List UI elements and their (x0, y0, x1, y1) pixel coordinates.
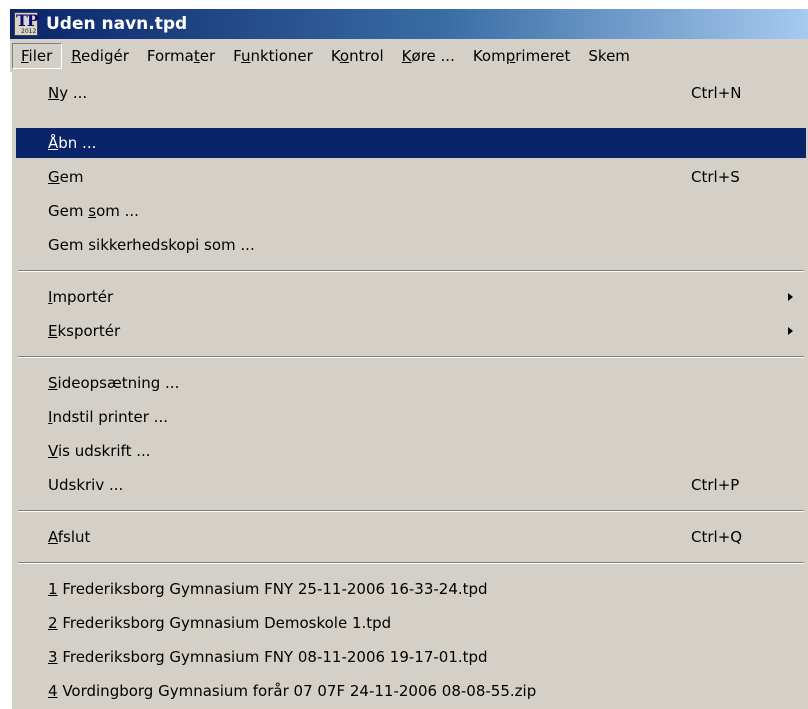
menu-item-vis-udskrift[interactable]: Vis udskrift ... (16, 436, 806, 466)
menu-item-udskriv[interactable]: Udskriv ... Ctrl+P (16, 470, 806, 500)
menu-item-label: 4 Vordingborg Gymnasium forår 07 07F 24-… (48, 682, 537, 700)
menu-item-label: Sideopsætning ... (48, 374, 180, 392)
menu-item-label: Indstil printer ... (48, 408, 168, 426)
triangle-right-icon (788, 327, 793, 335)
file-menu-dropdown: Ny ... Ctrl+N Åbn ... Gem Ctrl+S Gem som… (10, 72, 808, 709)
recent-file-1[interactable]: 1 Frederiksborg Gymnasium FNY 25-11-2006… (16, 574, 806, 604)
menu-rediger[interactable]: Redigér (62, 43, 138, 69)
menu-item-indstil-printer[interactable]: Indstil printer ... (16, 402, 806, 432)
menu-item-afslut[interactable]: Afslut Ctrl+Q (16, 522, 806, 552)
menu-item-label: Vis udskrift ... (48, 442, 151, 460)
menu-komprimeret[interactable]: Komprimeret (464, 43, 580, 69)
menu-kontrol[interactable]: Kontrol (322, 43, 393, 69)
menu-item-label: Gem (48, 168, 84, 186)
menu-bar: Filer Redigér Formater Funktioner Kontro… (10, 39, 808, 72)
menu-filer[interactable]: Filer (12, 42, 63, 69)
menu-item-gem[interactable]: Gem Ctrl+S (16, 162, 806, 192)
menu-separator (18, 510, 804, 512)
menu-item-label: Gem sikkerhedskopi som ... (48, 236, 255, 254)
menu-item-label: Gem som ... (48, 202, 139, 220)
menu-item-abn[interactable]: Åbn ... (16, 128, 806, 158)
menu-separator (18, 270, 804, 272)
menu-item-label: 2 Frederiksborg Gymnasium Demoskole 1.tp… (48, 614, 392, 632)
window-title: Uden navn.tpd (46, 14, 188, 34)
shortcut-label: Ctrl+N (691, 84, 742, 102)
menu-separator (18, 356, 804, 358)
recent-file-4[interactable]: 4 Vordingborg Gymnasium forår 07 07F 24-… (16, 676, 806, 706)
shortcut-label: Ctrl+P (691, 476, 740, 494)
menu-item-label: 1 Frederiksborg Gymnasium FNY 25-11-2006… (48, 580, 488, 598)
menu-item-label: Eksportér (48, 322, 121, 340)
menu-item-gem-som[interactable]: Gem som ... (16, 196, 806, 226)
shortcut-label: Ctrl+Q (691, 528, 743, 546)
menu-item-label: Importér (48, 288, 114, 306)
menu-item-sideopsaetning[interactable]: Sideopsætning ... (16, 368, 806, 398)
menu-skema[interactable]: Skem (579, 43, 639, 69)
app-icon-year: 2012 (21, 28, 37, 35)
menu-item-importer[interactable]: Importér (16, 282, 806, 312)
menu-item-gem-sikkerhedskopi[interactable]: Gem sikkerhedskopi som ... (16, 230, 806, 260)
menu-item-label: 3 Frederiksborg Gymnasium FNY 08-11-2006… (48, 648, 488, 666)
shortcut-label: Ctrl+S (691, 168, 740, 186)
application-window: TP 2012 Uden navn.tpd Filer Redigér Form… (0, 0, 808, 709)
menu-item-label: Ny ... (48, 84, 88, 102)
title-bar[interactable]: TP 2012 Uden navn.tpd (10, 9, 808, 39)
menu-separator (18, 562, 804, 564)
recent-file-2[interactable]: 2 Frederiksborg Gymnasium Demoskole 1.tp… (16, 608, 806, 638)
menu-formater[interactable]: Formater (138, 43, 224, 69)
recent-file-3[interactable]: 3 Frederiksborg Gymnasium FNY 08-11-2006… (16, 642, 806, 672)
menu-item-label: Udskriv ... (48, 476, 124, 494)
tp-app-icon[interactable]: TP 2012 (14, 11, 39, 36)
triangle-right-icon (788, 293, 793, 301)
menu-item-label: Åbn ... (48, 134, 97, 152)
menu-kore[interactable]: Køre ... (393, 43, 464, 69)
menu-item-eksporter[interactable]: Eksportér (16, 316, 806, 346)
menu-item-label: Afslut (48, 528, 91, 546)
menu-funktioner[interactable]: Funktioner (224, 43, 322, 69)
menu-item-ny[interactable]: Ny ... Ctrl+N (16, 78, 806, 108)
